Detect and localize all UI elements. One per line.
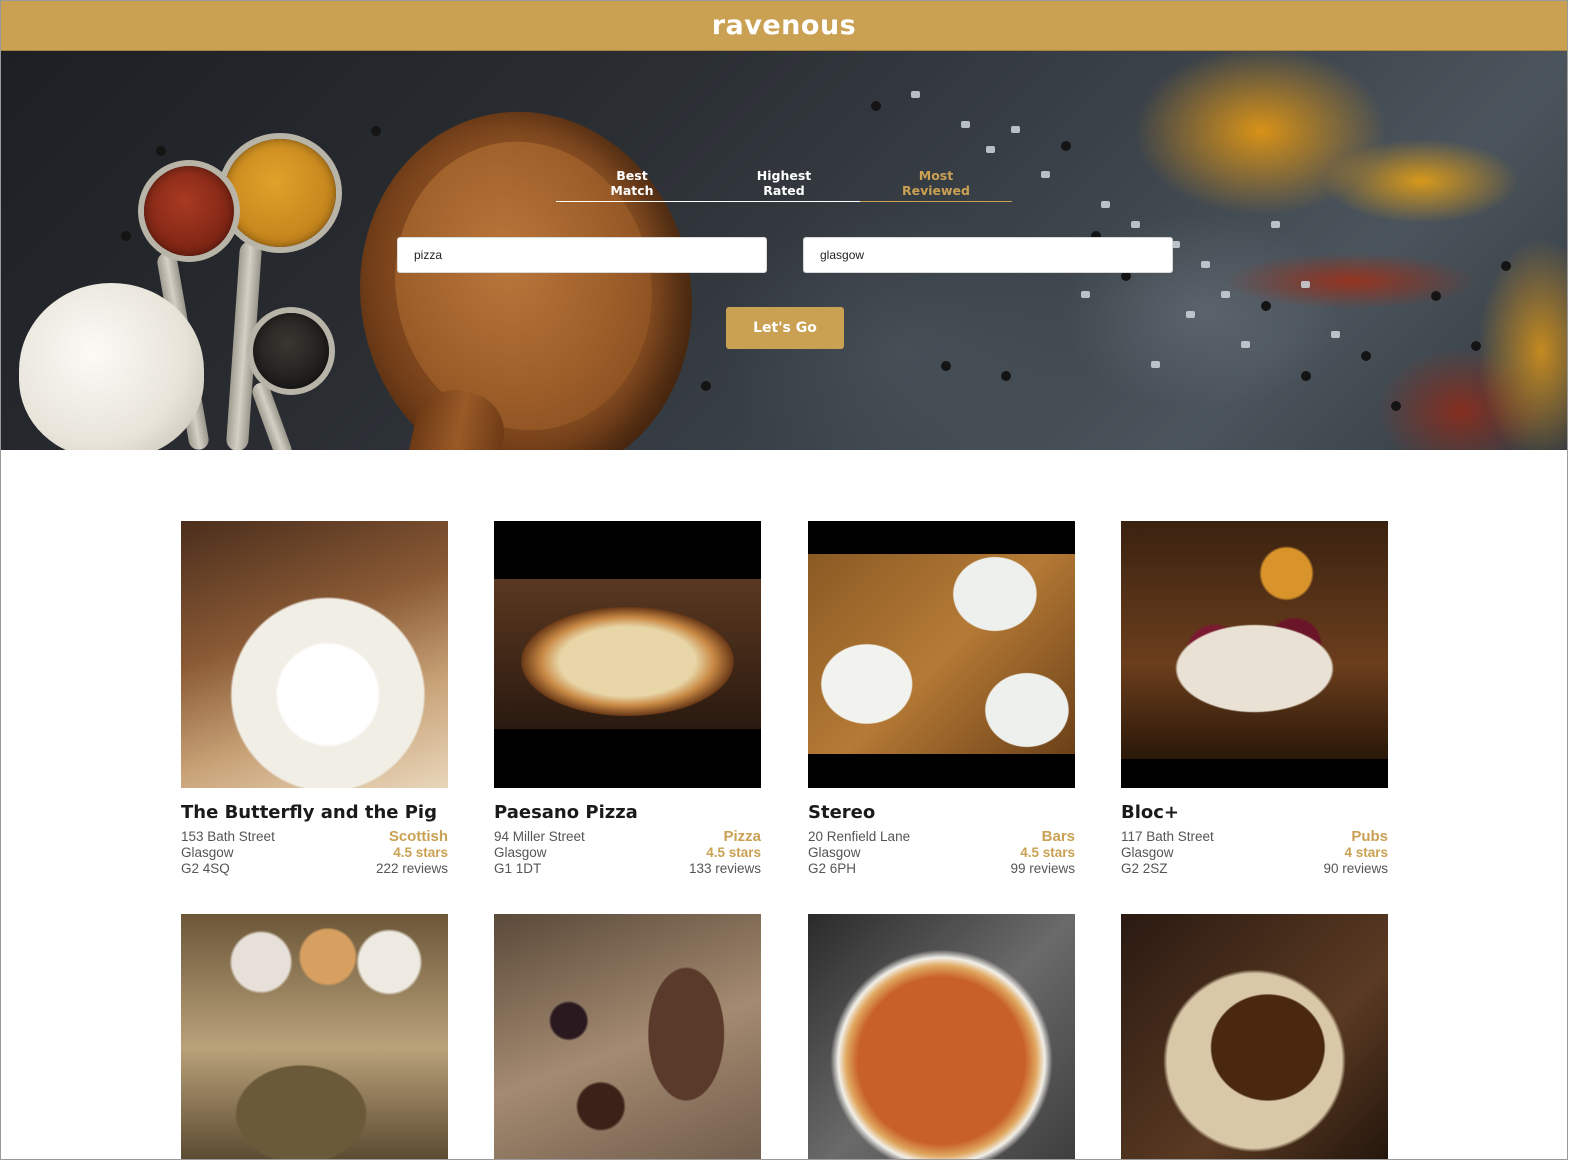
sort-label-line1: Most	[918, 168, 954, 183]
business-rating: 4 stars	[1344, 845, 1388, 860]
business-rating: 4.5 stars	[706, 845, 761, 860]
business-rating: 4.5 stars	[393, 845, 448, 860]
business-city: Glasgow	[1121, 845, 1174, 860]
business-city: Glasgow	[808, 845, 861, 860]
business-review-count: 222 reviews	[375, 861, 448, 876]
business-postcode: G1 1DT	[494, 861, 542, 876]
business-photo	[1121, 914, 1388, 1159]
business-card[interactable]: Stereo 20 Renfield Lane Glasgow G2 6PH B…	[808, 521, 1075, 877]
business-card[interactable]	[494, 914, 761, 1159]
sort-most-reviewed[interactable]: Most Reviewed	[860, 166, 1012, 202]
sort-highest-rated[interactable]: Highest Rated	[708, 166, 860, 202]
business-category: Bars	[1041, 828, 1075, 845]
business-photo	[181, 914, 448, 1159]
business-category: Pizza	[723, 828, 761, 845]
business-rating: 4.5 stars	[1020, 845, 1075, 860]
business-city: Glasgow	[494, 845, 547, 860]
lets-go-button[interactable]: Let's Go	[726, 307, 844, 349]
business-review-count: 90 reviews	[1323, 861, 1388, 876]
business-name: Paesano Pizza	[494, 802, 638, 823]
business-address: 20 Renfield Lane	[808, 829, 911, 844]
business-address: 153 Bath Street	[181, 829, 275, 844]
turmeric-spoon-image	[224, 139, 336, 247]
business-address: 94 Miller Street	[494, 829, 585, 844]
sort-label-line2: Match	[610, 183, 654, 198]
search-location-input[interactable]	[803, 237, 1173, 273]
business-card[interactable]	[1121, 914, 1388, 1159]
business-category: Pubs	[1351, 828, 1388, 845]
business-name: Stereo	[808, 802, 876, 823]
sort-options: Best Match Highest Rated Most Reviewed	[556, 166, 1012, 202]
business-review-count: 133 reviews	[688, 861, 761, 876]
business-photo	[808, 914, 1075, 1159]
business-photo	[1121, 521, 1388, 788]
business-review-count: 99 reviews	[1010, 861, 1075, 876]
business-card[interactable]	[181, 914, 448, 1159]
paprika-spoon-image	[144, 166, 234, 256]
business-postcode: G2 6PH	[808, 861, 857, 876]
business-city: Glasgow	[181, 845, 234, 860]
business-photo	[494, 521, 761, 788]
business-postcode: G2 2SZ	[1121, 861, 1168, 876]
business-photo	[181, 521, 448, 788]
sort-label-line2: Reviewed	[902, 183, 970, 198]
peppercorn-spoon-image	[253, 313, 329, 389]
app-header: ravenous	[1, 1, 1567, 51]
sort-label-line1: Highest	[756, 168, 812, 183]
business-card[interactable]: The Butterfly and the Pig 153 Bath Stree…	[181, 521, 448, 877]
browser-viewport: ravenous Best Match Highest Rated Most R…	[0, 0, 1568, 1160]
business-name: Bloc+	[1121, 802, 1180, 823]
search-hero: Best Match Highest Rated Most Reviewed L…	[1, 51, 1567, 450]
measuring-spoon-handle	[249, 380, 295, 450]
business-card[interactable]: Bloc+ 117 Bath Street Glasgow G2 2SZ Pub…	[1121, 521, 1388, 877]
sort-label-line1: Best	[616, 168, 648, 183]
sort-best-match[interactable]: Best Match	[556, 166, 708, 202]
business-card[interactable]: Paesano Pizza 94 Miller Street Glasgow G…	[494, 521, 761, 877]
business-category: Scottish	[388, 828, 448, 845]
business-photo	[494, 914, 761, 1159]
business-postcode: G2 4SQ	[181, 861, 230, 876]
business-card[interactable]	[808, 914, 1075, 1159]
brand-logo: ravenous	[711, 10, 857, 41]
search-term-input[interactable]	[397, 237, 767, 273]
business-address: 117 Bath Street	[1121, 829, 1214, 844]
garlic-image	[19, 283, 204, 450]
business-name: The Butterfly and the Pig	[181, 802, 437, 823]
business-photo	[808, 521, 1075, 788]
sort-label-line2: Rated	[763, 183, 805, 198]
